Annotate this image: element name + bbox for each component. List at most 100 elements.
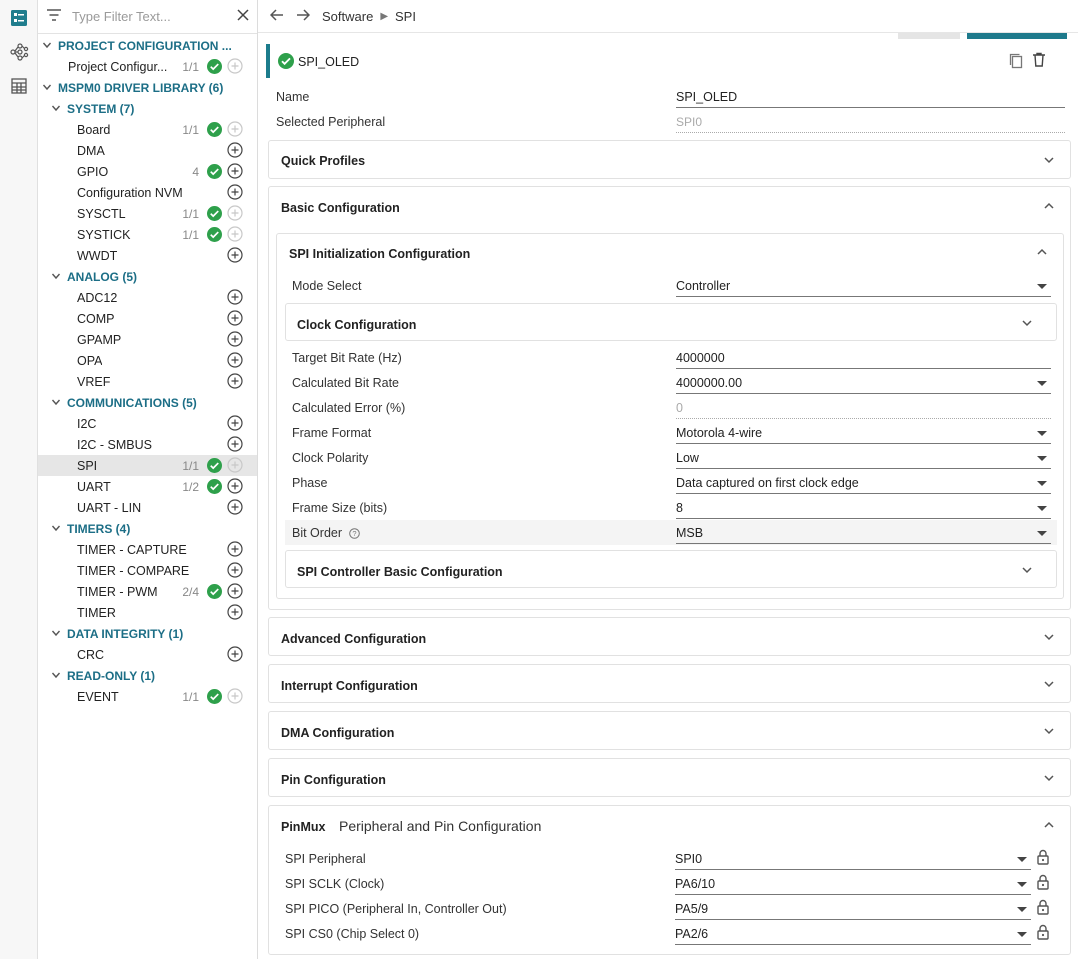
add-instance-icon[interactable]	[227, 688, 243, 704]
tree-item[interactable]: CRC	[38, 644, 257, 665]
add-instance-icon[interactable]	[227, 604, 243, 620]
chevron-up-icon[interactable]	[1042, 199, 1056, 213]
table-view-icon[interactable]	[0, 69, 38, 103]
chevron-up-icon[interactable]	[1035, 245, 1049, 259]
delete-icon[interactable]	[1032, 52, 1046, 71]
mode-select-dropdown[interactable]: Controller	[676, 277, 1051, 297]
tree-item[interactable]: DMA	[38, 140, 257, 161]
add-instance-icon[interactable]	[227, 226, 243, 242]
chevron-down-icon[interactable]	[1042, 771, 1056, 785]
clock-configuration-panel[interactable]: Clock Configuration	[285, 303, 1057, 341]
lock-icon[interactable]	[1036, 899, 1050, 915]
remove-all-button[interactable]	[898, 33, 960, 39]
clock-polarity-dropdown[interactable]: Low	[676, 449, 1051, 469]
chevron-down-icon[interactable]	[1042, 630, 1056, 644]
calculated-bit-rate-dropdown[interactable]: 4000000.00	[676, 374, 1051, 394]
tree-item[interactable]: OPA	[38, 350, 257, 371]
tree-category[interactable]: MSPM0 DRIVER LIBRARY (6)	[38, 77, 257, 98]
tree-category[interactable]: DATA INTEGRITY (1)	[38, 623, 257, 644]
add-instance-icon[interactable]	[227, 583, 243, 599]
tree-category[interactable]: ANALOG (5)	[38, 266, 257, 287]
frame-size-dropdown[interactable]: 8	[676, 499, 1051, 519]
add-instance-icon[interactable]	[227, 436, 243, 452]
spi-cs0-dropdown[interactable]: PA2/6	[675, 925, 1031, 945]
tree-item[interactable]: SYSTICK 1/1	[38, 224, 257, 245]
add-instance-icon[interactable]	[227, 541, 243, 557]
spi-sclk-dropdown[interactable]: PA6/10	[675, 875, 1031, 895]
chevron-down-icon[interactable]	[1020, 563, 1034, 577]
back-arrow-icon[interactable]	[269, 8, 284, 24]
tree-item[interactable]: EVENT 1/1	[38, 686, 257, 707]
frame-format-dropdown[interactable]: Motorola 4-wire	[676, 424, 1051, 444]
tree-item[interactable]: COMP	[38, 308, 257, 329]
add-instance-icon[interactable]	[227, 373, 243, 389]
tree-item[interactable]: GPAMP	[38, 329, 257, 350]
help-icon[interactable]: ?	[348, 528, 360, 539]
pin-configuration-panel[interactable]: Pin Configuration	[268, 758, 1071, 797]
add-button[interactable]	[967, 33, 1067, 39]
add-instance-icon[interactable]	[227, 142, 243, 158]
clear-filter-icon[interactable]	[237, 9, 249, 24]
tree-category[interactable]: PROJECT CONFIGURATION ...	[38, 35, 257, 56]
tree-item[interactable]: ADC12	[38, 287, 257, 308]
tree-item[interactable]: UART 1/2	[38, 476, 257, 497]
tree-item[interactable]: WWDT	[38, 245, 257, 266]
add-instance-icon[interactable]	[227, 457, 243, 473]
tree-category[interactable]: COMMUNICATIONS (5)	[38, 392, 257, 413]
add-instance-icon[interactable]	[227, 646, 243, 662]
filter-icon[interactable]	[46, 8, 62, 25]
spi-controller-basic-panel[interactable]: SPI Controller Basic Configuration	[285, 550, 1057, 588]
tree-item[interactable]: SPI 1/1	[38, 455, 257, 476]
add-instance-icon[interactable]	[227, 562, 243, 578]
tree-item[interactable]: TIMER - PWM 2/4	[38, 581, 257, 602]
add-instance-icon[interactable]	[227, 289, 243, 305]
tree-item[interactable]: UART - LIN	[38, 497, 257, 518]
advanced-configuration-panel[interactable]: Advanced Configuration	[268, 617, 1071, 656]
chevron-down-icon[interactable]	[1042, 677, 1056, 691]
add-instance-icon[interactable]	[227, 247, 243, 263]
add-instance-icon[interactable]	[227, 121, 243, 137]
tree-item[interactable]: GPIO 4	[38, 161, 257, 182]
configuration-view-icon[interactable]	[0, 1, 38, 35]
add-instance-icon[interactable]	[227, 310, 243, 326]
spi-peripheral-dropdown[interactable]: SPI0	[675, 850, 1031, 870]
tree-item[interactable]: Configuration NVM	[38, 182, 257, 203]
add-instance-icon[interactable]	[227, 163, 243, 179]
copy-icon[interactable]	[1008, 52, 1024, 73]
add-instance-icon[interactable]	[227, 58, 243, 74]
lock-icon[interactable]	[1036, 849, 1050, 865]
tree-item[interactable]: VREF	[38, 371, 257, 392]
add-instance-icon[interactable]	[227, 499, 243, 515]
chevron-down-icon[interactable]	[1020, 316, 1034, 330]
lock-icon[interactable]	[1036, 924, 1050, 940]
name-input[interactable]: SPI_OLED	[676, 88, 1065, 108]
tree-item[interactable]: TIMER - COMPARE	[38, 560, 257, 581]
tree-item[interactable]: TIMER	[38, 602, 257, 623]
tree-item[interactable]: I2C - SMBUS	[38, 434, 257, 455]
tree-category[interactable]: TIMERS (4)	[38, 518, 257, 539]
chevron-up-icon[interactable]	[1042, 818, 1056, 832]
bit-order-dropdown[interactable]: MSB	[676, 524, 1051, 544]
filter-input[interactable]: Type Filter Text...	[72, 9, 237, 24]
chevron-down-icon[interactable]	[1042, 724, 1056, 738]
tree-item[interactable]: TIMER - CAPTURE	[38, 539, 257, 560]
tree-category[interactable]: READ-ONLY (1)	[38, 665, 257, 686]
forward-arrow-icon[interactable]	[296, 8, 311, 24]
phase-dropdown[interactable]: Data captured on first clock edge	[676, 474, 1051, 494]
chevron-down-icon[interactable]	[1042, 153, 1056, 167]
add-instance-icon[interactable]	[227, 478, 243, 494]
tree-item[interactable]: I2C	[38, 413, 257, 434]
quick-profiles-panel[interactable]: Quick Profiles	[268, 140, 1071, 179]
add-instance-icon[interactable]	[227, 205, 243, 221]
dma-configuration-panel[interactable]: DMA Configuration	[268, 711, 1071, 750]
instance-header[interactable]: SPI_OLED	[266, 44, 1072, 78]
add-instance-icon[interactable]	[227, 184, 243, 200]
tree-category[interactable]: SYSTEM (7)	[38, 98, 257, 119]
interrupt-configuration-panel[interactable]: Interrupt Configuration	[268, 664, 1071, 703]
target-bit-rate-input[interactable]: 4000000	[676, 349, 1051, 369]
tree-item[interactable]: SYSCTL 1/1	[38, 203, 257, 224]
spi-pico-dropdown[interactable]: PA5/9	[675, 900, 1031, 920]
tree-item[interactable]: Project Configur... 1/1	[38, 56, 257, 77]
add-instance-icon[interactable]	[227, 415, 243, 431]
breadcrumb-software[interactable]: Software	[322, 9, 373, 24]
